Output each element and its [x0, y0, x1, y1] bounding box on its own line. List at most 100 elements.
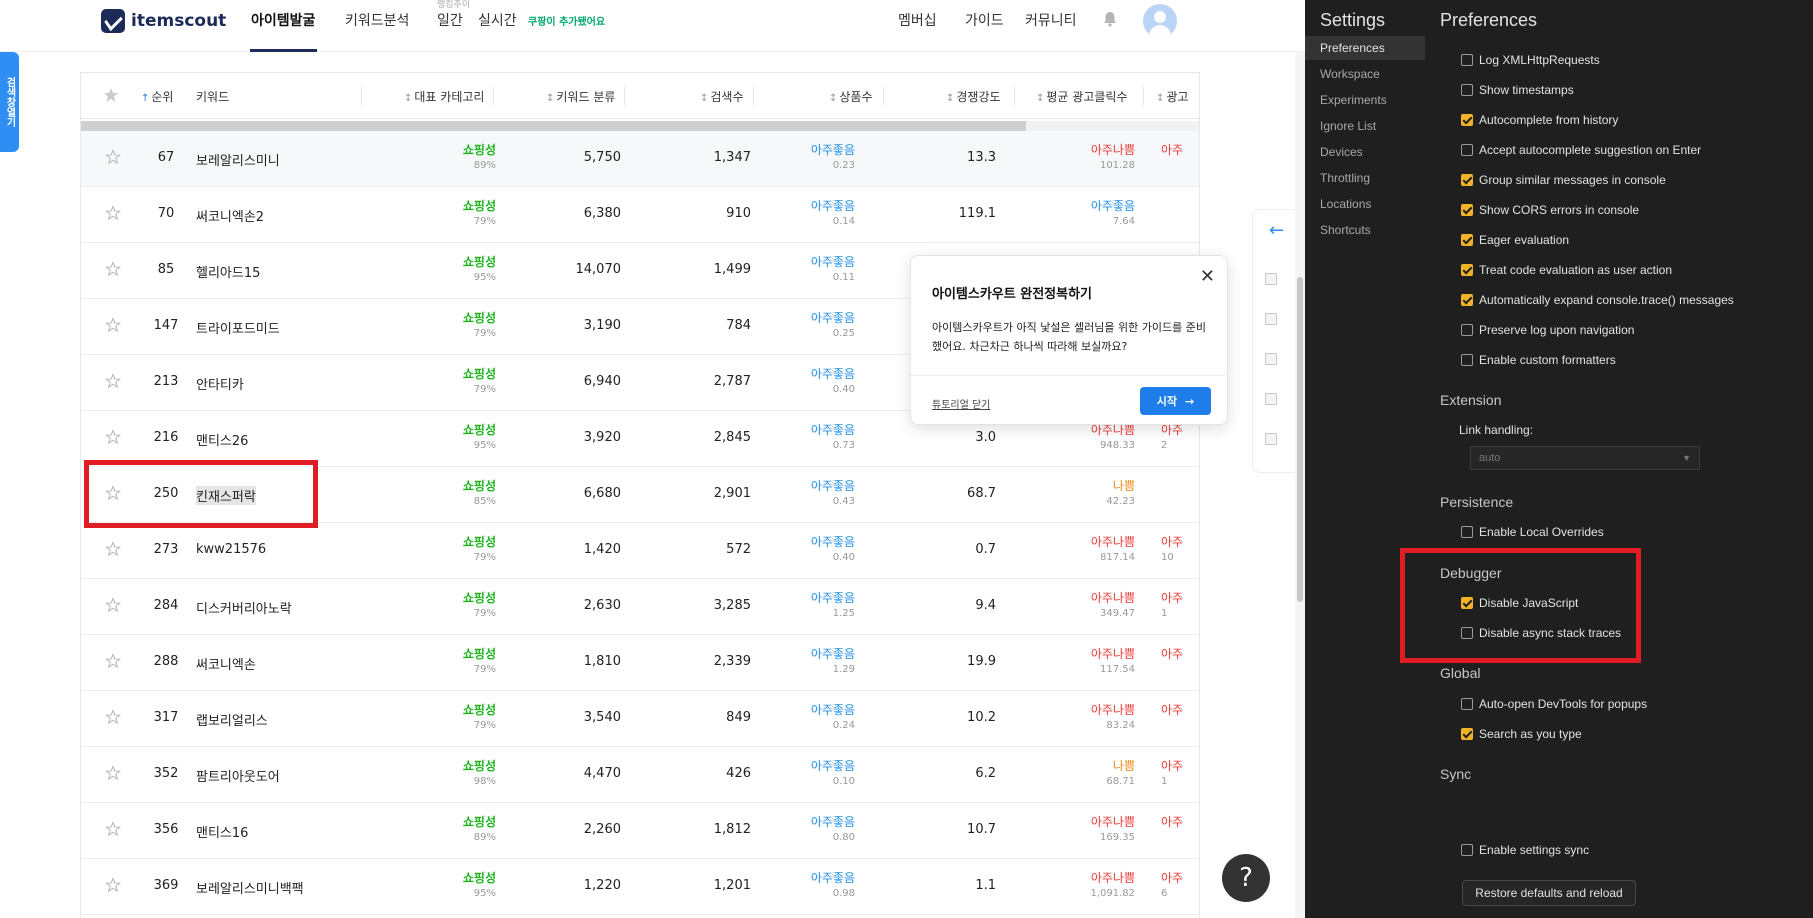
star-icon[interactable] [104, 373, 122, 389]
arrow-left-icon[interactable]: ← [1269, 220, 1284, 241]
checkbox[interactable] [1461, 526, 1473, 538]
keyword-cell[interactable]: 헬리아드15 [196, 262, 260, 281]
star-icon[interactable] [104, 709, 122, 725]
checkbox[interactable] [1461, 728, 1473, 740]
keyword-cell[interactable]: 맨티스26 [196, 430, 248, 449]
table-row[interactable]: 70 써코니엑손2 쇼핑성 79% 6,380 910 아주좋음 0.14 119.1 아주좋음 7… [81, 187, 1199, 243]
mini-panel-slot[interactable] [1265, 313, 1277, 325]
checkbox[interactable] [1461, 698, 1473, 710]
checkbox[interactable] [1461, 144, 1473, 156]
settings-nav-ignore-list[interactable]: Ignore List [1305, 114, 1425, 138]
restore-defaults-button[interactable]: Restore defaults and reload [1462, 880, 1636, 906]
settings-nav-preferences[interactable]: Preferences [1305, 36, 1425, 60]
checkbox[interactable] [1461, 114, 1473, 126]
keyword-cell[interactable]: 트라이포드미드 [196, 318, 280, 337]
table-row[interactable]: 288 써코니엑손 쇼핑성 79% 1,810 2,339 아주좋음 1.29 19.9 아주나쁨… [81, 635, 1199, 691]
nav-item-keyword-analysis[interactable]: 키워드분석 [345, 10, 409, 30]
checkbox[interactable] [1461, 264, 1473, 276]
keyword-cell[interactable]: 팜트리아웃도어 [196, 766, 280, 785]
setting-treat-code-evaluation-as-user-action[interactable]: Treat code evaluation as user action [1461, 262, 1672, 278]
star-icon[interactable] [104, 653, 122, 669]
vertical-scrollbar[interactable] [1295, 52, 1305, 918]
checkbox[interactable] [1461, 204, 1473, 216]
header-product-count[interactable]: ↕ 상품수 [829, 88, 873, 105]
nav-item-guide[interactable]: 가이드 [965, 10, 1004, 30]
keyword-cell[interactable]: 랩보리얼리스 [196, 710, 268, 729]
mini-panel-slot[interactable] [1265, 433, 1277, 445]
settings-nav-shortcuts[interactable]: Shortcuts [1305, 218, 1425, 242]
start-button[interactable]: 시작 → [1140, 387, 1211, 415]
logo[interactable]: itemscout [101, 6, 226, 36]
star-icon[interactable] [104, 877, 122, 893]
header-avg-ad-clicks[interactable]: ↕ 평균 광고클릭수 [1036, 88, 1128, 105]
nav-item-item-discovery[interactable]: 아이템발굴 [251, 10, 315, 30]
setting-eager-evaluation[interactable]: Eager evaluation [1461, 232, 1569, 248]
table-row[interactable]: 369 보레알리스미니백팩 쇼핑성 95% 1,220 1,201 아주좋음 0.98 1.1 아… [81, 859, 1199, 915]
star-header-icon[interactable] [103, 87, 119, 103]
keyword-cell[interactable]: 보레알리스미니 [196, 150, 280, 169]
checkbox[interactable] [1461, 54, 1473, 66]
star-icon[interactable] [104, 205, 122, 221]
table-row[interactable]: 317 랩보리얼리스 쇼핑성 79% 3,540 849 아주좋음 0.24 10.2 아주나쁨 8… [81, 691, 1199, 747]
keyword-cell[interactable]: kww21576 [196, 542, 266, 557]
bell-icon[interactable] [1101, 10, 1119, 28]
table-row[interactable]: 352 팜트리아웃도어 쇼핑성 98% 4,470 426 아주좋음 0.10 6.2 나쁨 68.… [81, 747, 1199, 803]
settings-nav-throttling[interactable]: Throttling [1305, 166, 1425, 190]
header-competition[interactable]: ↕ 경쟁강도 [946, 88, 1001, 105]
avatar[interactable] [1143, 4, 1177, 38]
setting-preserve-log-upon-navigation[interactable]: Preserve log upon navigation [1461, 322, 1634, 338]
setting-search-as-you-type[interactable]: Search as you type [1461, 726, 1582, 742]
setting-automatically-expand-console-trace-messages[interactable]: Automatically expand console.trace() mes… [1461, 292, 1734, 308]
horizontal-scrollbar-thumb[interactable] [81, 121, 1026, 131]
setting-enable-settings-sync[interactable]: Enable settings sync [1461, 842, 1589, 858]
header-keyword-type[interactable]: ↕ 키워드 분류 [546, 88, 615, 105]
header-ad[interactable]: ↕ 광고 [1156, 88, 1188, 105]
checkbox[interactable] [1461, 844, 1473, 856]
setting-enable-local-overrides[interactable]: Enable Local Overrides [1461, 524, 1604, 540]
nav-item-realtime[interactable]: 실시간 [478, 10, 517, 30]
setting-group-similar-messages-in-console[interactable]: Group similar messages in console [1461, 172, 1666, 188]
table-row[interactable]: 284 디스커버리아노락 쇼핑성 79% 2,630 3,285 아주좋음 1.25 9.4 아주… [81, 579, 1199, 635]
dismiss-tutorial-link[interactable]: 튜토리얼 닫기 [932, 396, 990, 411]
setting-enable-custom-formatters[interactable]: Enable custom formatters [1461, 352, 1616, 368]
search-panel-tab[interactable]: 검색창열기 [0, 52, 19, 152]
header-search-count[interactable]: ↕ 검색수 [700, 88, 744, 105]
nav-item-community[interactable]: 커뮤니티 [1025, 10, 1077, 30]
setting-show-timestamps[interactable]: Show timestamps [1461, 82, 1574, 98]
checkbox[interactable] [1461, 174, 1473, 186]
settings-nav-experiments[interactable]: Experiments [1305, 88, 1425, 112]
settings-nav-workspace[interactable]: Workspace [1305, 62, 1425, 86]
mini-panel-slot[interactable] [1265, 273, 1277, 285]
star-icon[interactable] [104, 317, 122, 333]
keyword-cell[interactable]: 써코니엑손 [196, 654, 256, 673]
nav-coupang-badge[interactable]: 쿠팡이 추가됐어요 [528, 13, 605, 28]
keyword-cell[interactable]: 디스커버리아노락 [196, 598, 292, 617]
help-button[interactable]: ? [1222, 854, 1270, 902]
mini-panel-slot[interactable] [1265, 393, 1277, 405]
checkbox[interactable] [1461, 294, 1473, 306]
checkbox[interactable] [1461, 354, 1473, 366]
nav-item-daily[interactable]: 일간 [437, 10, 463, 30]
table-row[interactable]: 356 맨티스16 쇼핑성 89% 2,260 1,812 아주좋음 0.80 10.7 아주나쁨… [81, 803, 1199, 859]
keyword-cell[interactable]: 보레알리스미니백팩 [196, 878, 304, 897]
table-row[interactable]: 273 kww21576 쇼핑성 79% 1,420 572 아주좋음 0.40 0.7 아주나쁨… [81, 523, 1199, 579]
setting-log-xmlhttprequests[interactable]: Log XMLHttpRequests [1461, 52, 1600, 68]
settings-nav-devices[interactable]: Devices [1305, 140, 1425, 164]
close-icon[interactable]: ✕ [1200, 266, 1215, 287]
checkbox[interactable] [1461, 234, 1473, 246]
star-icon[interactable] [104, 597, 122, 613]
header-category[interactable]: ↕ 대표 카테고리 [404, 88, 484, 105]
checkbox[interactable] [1461, 324, 1473, 336]
vertical-scrollbar-thumb[interactable] [1297, 277, 1303, 602]
keyword-cell[interactable]: 써코니엑손2 [196, 206, 264, 225]
star-icon[interactable] [104, 429, 122, 445]
setting-autocomplete-from-history[interactable]: Autocomplete from history [1461, 112, 1618, 128]
keyword-cell[interactable]: 맨티스16 [196, 822, 248, 841]
nav-item-membership[interactable]: 멤버십 [898, 10, 937, 30]
checkbox[interactable] [1461, 84, 1473, 96]
star-icon[interactable] [104, 765, 122, 781]
star-icon[interactable] [104, 541, 122, 557]
star-icon[interactable] [104, 149, 122, 165]
setting-accept-autocomplete-suggestion-on-enter[interactable]: Accept autocomplete suggestion on Enter [1461, 142, 1701, 158]
keyword-cell[interactable]: 안타티카 [196, 374, 244, 393]
